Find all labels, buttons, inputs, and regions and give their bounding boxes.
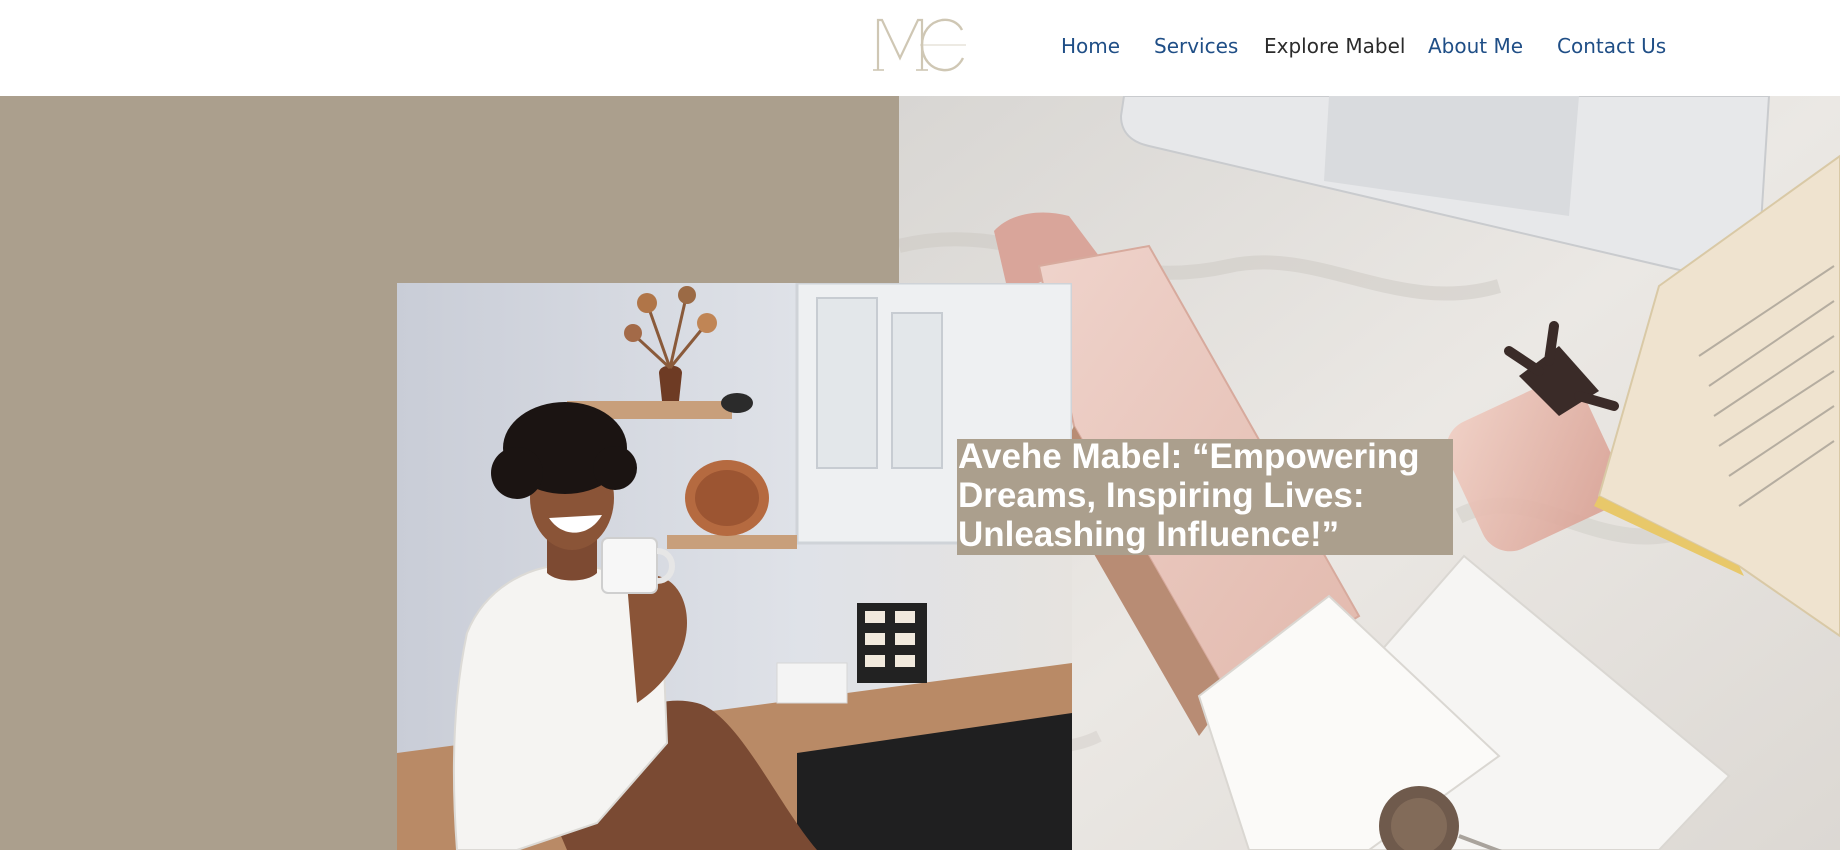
hero-portrait-image — [397, 283, 1072, 850]
site-logo[interactable] — [872, 14, 968, 74]
mc-monogram-logo — [873, 18, 966, 72]
woman-with-mug-photo-illustration — [397, 283, 1072, 850]
site-header: Home Services Explore Mabel About Me Con… — [0, 0, 1840, 96]
nav-explore-mabel[interactable]: Explore Mabel — [1264, 34, 1405, 58]
nav-contact-us[interactable]: Contact Us — [1557, 34, 1666, 58]
nav-home[interactable]: Home — [1061, 34, 1120, 58]
nav-about-me[interactable]: About Me — [1428, 34, 1523, 58]
hero-headline: Avehe Mabel: “Empowering Dreams, Inspiri… — [958, 437, 1420, 554]
nav-services[interactable]: Services — [1154, 34, 1238, 58]
